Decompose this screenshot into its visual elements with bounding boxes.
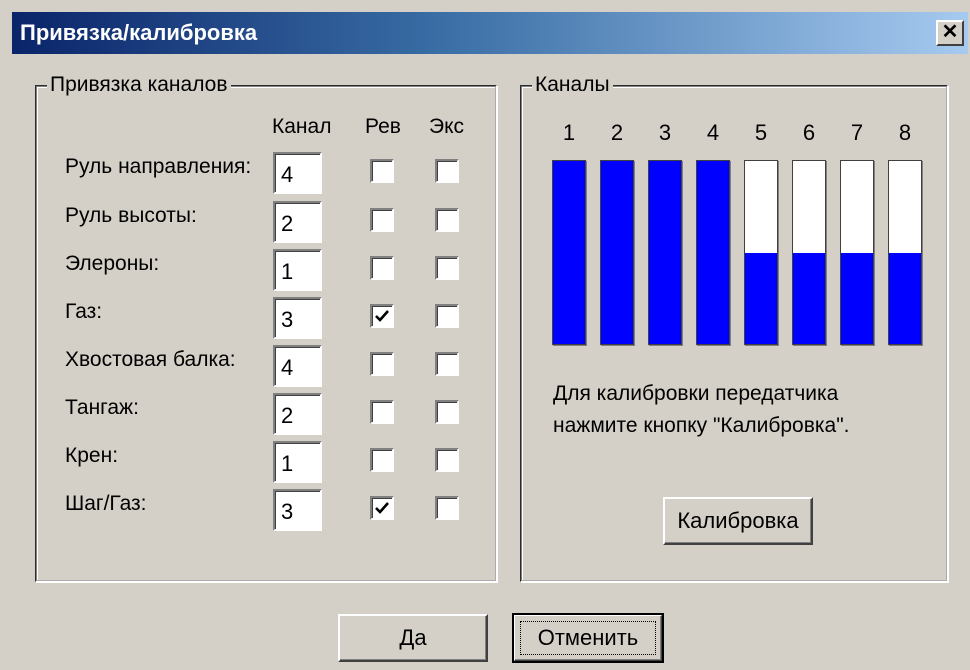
title-bar[interactable]: Привязка/калибровка ✕ (12, 12, 968, 54)
row-label: Хвостовая балка: (65, 348, 236, 371)
expo-checkbox[interactable] (435, 352, 459, 376)
expo-checkbox[interactable] (435, 304, 459, 328)
row-label: Руль высоты: (65, 204, 197, 227)
channel-level-bar-7 (840, 160, 874, 345)
expo-checkbox[interactable] (435, 496, 459, 520)
ok-button-label: Да (399, 625, 427, 650)
channel-input[interactable]: 1 (273, 441, 322, 483)
reverse-checkbox[interactable] (370, 352, 394, 376)
channel-level-bar-4 (696, 160, 730, 345)
channel-level-bar-8 (888, 160, 922, 345)
reverse-checkbox[interactable] (370, 256, 394, 280)
focus-rectangle (520, 621, 656, 655)
column-channel-header: Канал (272, 115, 332, 138)
calibration-info-line2: нажмите кнопку "Калибровка". (553, 414, 850, 437)
channel-number-2: 2 (610, 120, 624, 145)
channel-level-fill (601, 161, 633, 344)
channels-title: Каналы (532, 73, 613, 97)
channel-input[interactable]: 1 (273, 249, 322, 291)
column-exp-header: Экс (429, 115, 465, 138)
reverse-checkbox[interactable] (370, 208, 394, 232)
row-label: Тангаж: (65, 396, 139, 419)
channel-number-3: 3 (658, 120, 672, 145)
calibration-info: Для калибровки передатчика нажмите кнопк… (553, 378, 943, 442)
calibration-dialog: Привязка/калибровка ✕ Привязка каналов К… (0, 0, 970, 670)
close-button[interactable]: ✕ (936, 20, 964, 46)
cancel-button[interactable]: Отменить (512, 613, 664, 663)
channel-input[interactable]: 2 (273, 393, 322, 435)
expo-checkbox[interactable] (435, 208, 459, 232)
checkmark-icon (375, 502, 389, 514)
channel-number-6: 6 (802, 120, 816, 145)
reverse-checkbox[interactable] (370, 496, 394, 520)
channel-level-bar-1 (552, 160, 586, 345)
channel-number-4: 4 (706, 120, 720, 145)
column-rev-header: Рев (365, 115, 401, 138)
channel-binding-title: Привязка каналов (47, 73, 231, 97)
reverse-checkbox[interactable] (370, 448, 394, 472)
calibrate-button[interactable]: Калибровка (663, 497, 813, 545)
channel-number-5: 5 (754, 120, 768, 145)
calibrate-button-label: Калибровка (677, 508, 799, 533)
channel-level-bar-3 (648, 160, 682, 345)
channel-input[interactable]: 3 (273, 489, 322, 531)
close-icon: ✕ (941, 21, 959, 43)
row-label: Элероны: (65, 252, 160, 275)
channel-level-fill (697, 161, 729, 344)
expo-checkbox[interactable] (435, 256, 459, 280)
channel-input[interactable]: 3 (273, 297, 322, 339)
channel-level-bar-6 (792, 160, 826, 345)
row-label: Руль направления: (65, 155, 252, 178)
channel-number-1: 1 (562, 120, 576, 145)
calibration-info-line1: Для калибровки передатчика (553, 382, 839, 405)
channel-level-fill (889, 252, 921, 344)
expo-checkbox[interactable] (435, 159, 459, 183)
channel-number-7: 7 (850, 120, 864, 145)
row-label: Крен: (65, 444, 119, 467)
checkmark-icon (375, 310, 389, 322)
channel-input[interactable]: 2 (273, 201, 322, 243)
channel-level-bar-5 (744, 160, 778, 345)
expo-checkbox[interactable] (435, 400, 459, 424)
channel-level-bar-2 (600, 160, 634, 345)
channel-level-fill (793, 252, 825, 344)
reverse-checkbox[interactable] (370, 304, 394, 328)
window-title: Привязка/калибровка (20, 20, 258, 45)
channel-input[interactable]: 4 (273, 345, 322, 387)
row-label: Шаг/Газ: (65, 492, 147, 515)
channel-level-fill (745, 252, 777, 344)
row-label: Газ: (65, 300, 103, 323)
expo-checkbox[interactable] (435, 448, 459, 472)
channel-level-fill (841, 252, 873, 344)
reverse-checkbox[interactable] (370, 400, 394, 424)
channel-level-fill (553, 161, 585, 344)
ok-button[interactable]: Да (338, 614, 488, 662)
channel-number-8: 8 (898, 120, 912, 145)
reverse-checkbox[interactable] (370, 159, 394, 183)
channel-level-fill (649, 161, 681, 344)
channel-input[interactable]: 4 (273, 152, 322, 194)
